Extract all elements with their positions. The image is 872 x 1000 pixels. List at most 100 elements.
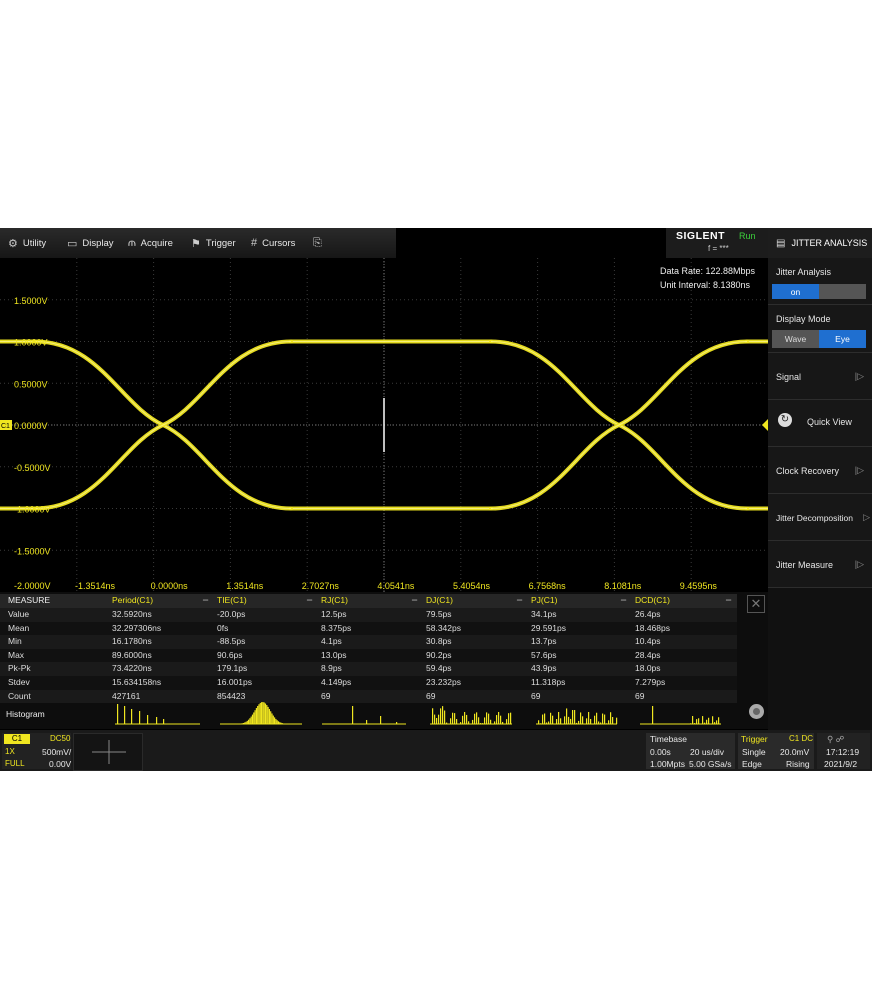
histogram-bar [560,718,562,724]
histogram-bar [692,716,694,724]
column-rj[interactable]: RJ(C1) [321,595,348,605]
histogram-bar [268,709,270,724]
acquire-icon: ⫙ [128,236,136,249]
jitter-measure-menu-item[interactable]: Jitter Measure |▷ [768,541,872,588]
histogram-bar [556,719,558,724]
channel-coupling: DC50 [50,734,71,743]
histogram-bar [460,722,462,724]
histogram-bar [574,709,576,724]
histogram-bar [254,710,256,724]
close-measure-button[interactable]: ✕ [747,595,765,613]
chevron-right-icon: ▷ [863,512,870,522]
table-cell: 12.5ps [321,609,347,619]
volt-label: 0.5000V [14,379,48,389]
histogram-bar [476,712,478,724]
histogram-bar [262,702,264,724]
usb-network-icon[interactable]: ⚲ ☍ [827,734,844,745]
row-label: Value [8,609,30,619]
histogram-bar [446,722,448,724]
menu-cursors[interactable]: # Cursors [251,228,295,258]
histogram-bar [438,714,440,724]
histogram-bar [552,715,554,724]
histogram-bar [271,713,273,724]
histogram-bar [452,712,454,724]
histogram-bar [546,722,548,724]
table-cell: 0fs [217,622,229,633]
jitter-on-option[interactable]: on [772,284,819,299]
channel-c1-box[interactable]: C1 DC50 1X 500mV/ FULL 0.00V [2,733,71,769]
display-mode-toggle[interactable]: Wave Eye [772,330,866,348]
measure-table: MEASURE Period(C1) TIE(C1) RJ(C1) DJ(C1)… [0,592,768,729]
time-label: 4.0541ns [377,581,415,591]
mode-eye-option[interactable]: Eye [819,330,866,348]
histogram-bar [486,712,488,724]
histogram-settings-button[interactable] [749,704,764,719]
histogram-bar [500,715,502,724]
column-dj[interactable]: DJ(C1) [426,595,453,605]
table-cell: 32.5920ns [112,609,152,619]
column-period[interactable]: Period(C1) [112,595,153,605]
row-label: Stdev [8,677,30,687]
monitor-icon: ▭ [67,237,78,250]
table-cell: 8.375ps [321,622,352,633]
menu-display[interactable]: ▭ Display [67,228,114,258]
crosshair-icon [92,740,126,764]
table-cell: 8.9ps [321,663,342,674]
dash-icon: ━ [307,595,313,605]
histogram-bar [566,708,568,724]
measure-header-row: MEASURE Period(C1) TIE(C1) RJ(C1) DJ(C1)… [0,594,737,608]
close-icon: ✕ [750,596,762,611]
trigger-box[interactable]: Trigger C1 DC Single 20.0mV Edge Rising [738,733,814,769]
analysis-menu-button[interactable]: ⎘ [313,228,327,258]
chevron-right-icon: |▷ [854,559,864,569]
run-status[interactable]: Run [739,231,756,241]
quick-view-button[interactable]: ↻ Quick View [768,400,872,447]
histogram-bar [596,712,598,724]
timebase-box[interactable]: Timebase 0.00s 20 us/div 1.00Mpts 5.00 G… [646,733,735,769]
table-cell: 16.1780ns [112,636,152,647]
display-mode-section: Display Mode Wave Eye [768,305,872,353]
column-dcd[interactable]: DCD(C1) [635,595,670,605]
histogram-bar [258,704,260,724]
histogram-bar [696,719,698,724]
histogram-bar [244,722,246,724]
gear-icon: ⚙ [8,237,18,250]
histogram-bar [466,714,468,724]
histogram-bar [510,712,512,724]
table-cell: 4.1ps [321,636,342,647]
jitter-toggle[interactable]: on [772,284,866,299]
row-label: Min [8,636,22,647]
histogram-bar [488,713,490,724]
column-pj[interactable]: PJ(C1) [531,595,557,605]
table-row: Min 16.1780ns -88.5ps 4.1ps 30.8ps 13.7ps 10.4… [0,635,737,649]
jitter-off-option[interactable] [819,284,866,299]
channel-marker-label: C1 [1,423,10,430]
jitter-decomposition-menu-item[interactable]: Jitter Decomposition ▷ [768,494,872,541]
waveform-area[interactable]: 1.5000V 1.0000V 0.5000V 0.0000V -0.5000V -1.0… [0,258,770,592]
table-cell: 34.1ps [531,609,557,619]
histogram-bar [241,723,243,724]
histogram-bar [540,723,542,724]
table-cell: 26.4ps [635,609,661,619]
time-label: 1.3514ns [226,581,264,591]
table-cell: 7.279ps [635,677,666,687]
dash-icon: ━ [621,595,627,605]
mode-wave-option[interactable]: Wave [772,330,819,348]
histogram-bar [464,712,466,724]
menu-trigger[interactable]: ⚑ Trigger [191,228,236,258]
clock-recovery-menu-item[interactable]: Clock Recovery |▷ [768,447,872,494]
menu-utility[interactable]: ⚙ Utility [8,228,46,258]
histogram-bar [570,718,572,724]
signal-menu-item[interactable]: Signal |▷ [768,353,872,400]
menu-acquire[interactable]: ⫙ Acquire [128,228,173,258]
table-cell: 179.1ps [217,663,248,674]
zoom-overview[interactable] [73,733,143,771]
frequency-counter: f = *** [708,244,729,253]
histogram-bar [718,717,720,724]
histogram-bar [694,723,696,724]
histogram-bar [440,708,442,724]
histogram-bar [352,706,354,724]
column-tie[interactable]: TIE(C1) [217,595,247,605]
table-row: Pk-Pk 73.4220ns 179.1ps 8.9ps 59.4ps 43.9ps 18… [0,662,737,676]
histogram-bar [124,706,126,724]
